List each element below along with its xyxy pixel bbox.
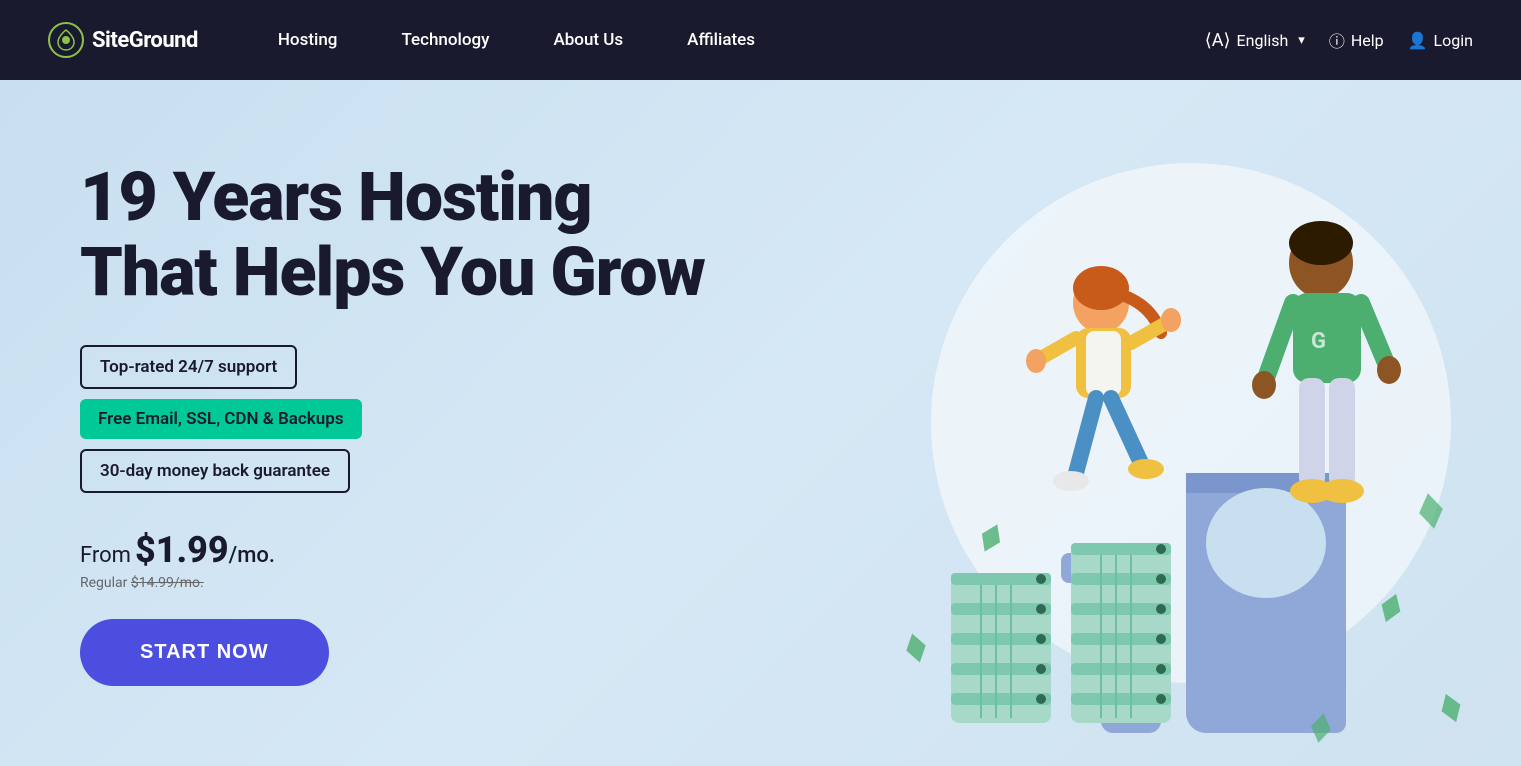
help-icon: ⓘ (1329, 28, 1345, 52)
start-now-button[interactable]: START NOW (80, 619, 329, 686)
nav-item-hosting[interactable]: Hosting (246, 0, 370, 80)
price-from-label: From (80, 543, 131, 568)
hero-title: 19 Years Hosting That Helps You Grow (80, 160, 705, 310)
nav-links: Hosting Technology About Us Affiliates (246, 0, 1205, 80)
translate-icon: ⟨A⟩ (1205, 30, 1231, 51)
price-regular-value: $14.99/mo. (131, 575, 204, 591)
login-icon: 👤 (1408, 31, 1428, 50)
hero-content: 19 Years Hosting That Helps You Grow Top… (80, 160, 705, 687)
language-label: English (1237, 31, 1289, 50)
site-logo[interactable]: SiteGround (48, 22, 198, 58)
logo-icon (48, 22, 84, 58)
login-label: Login (1434, 31, 1473, 50)
nav-item-about-us[interactable]: About Us (521, 0, 655, 80)
language-selector[interactable]: ⟨A⟩ English (1205, 30, 1305, 51)
price-period: /mo. (229, 543, 275, 568)
nav-item-technology[interactable]: Technology (369, 0, 521, 80)
hero-price: From $1.99/mo. Regular $14.99/mo. (80, 529, 705, 591)
hero-section: 19 Years Hosting That Helps You Grow Top… (0, 80, 1521, 766)
price-regular: Regular $14.99/mo. (80, 575, 705, 591)
nav-item-affiliates[interactable]: Affiliates (655, 0, 787, 80)
badge-support: Top-rated 24/7 support (80, 345, 297, 389)
badge-money-back: 30-day money back guarantee (80, 449, 350, 493)
badge-free-features: Free Email, SSL, CDN & Backups (80, 399, 362, 439)
chevron-down-icon (1294, 33, 1305, 48)
hero-illustration: G (821, 80, 1521, 766)
help-link[interactable]: ⓘ Help (1329, 28, 1384, 52)
hero-badges: Top-rated 24/7 support Free Email, SSL, … (80, 345, 705, 493)
hero-title-line1: 19 Years Hosting (80, 157, 592, 237)
nav-right: ⟨A⟩ English ⓘ Help 👤 Login (1205, 28, 1473, 52)
svg-text:G: G (1311, 329, 1326, 354)
price-amount: $1.99 (135, 529, 229, 571)
hero-title-line2: That Helps You Grow (80, 232, 705, 312)
price-regular-label: Regular (80, 575, 127, 591)
login-link[interactable]: 👤 Login (1408, 31, 1473, 50)
help-label: Help (1351, 31, 1384, 50)
navbar: SiteGround Hosting Technology About Us A… (0, 0, 1521, 80)
logo-text: SiteGround (92, 28, 198, 53)
hero-illustration-svg: G (831, 93, 1511, 753)
